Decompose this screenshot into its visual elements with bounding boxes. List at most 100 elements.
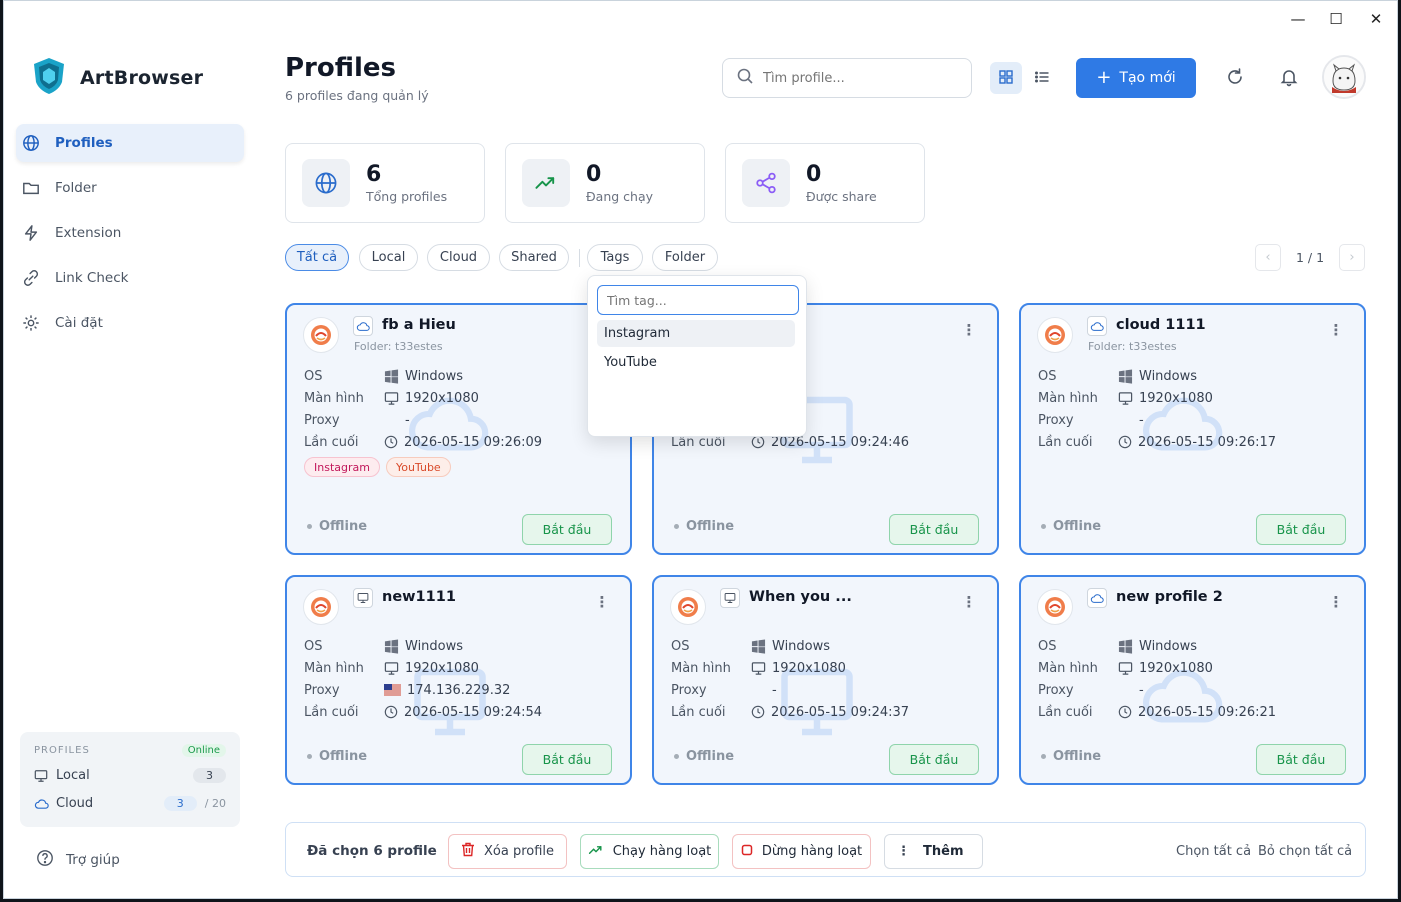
start-button[interactable]: Bắt đầu <box>1256 744 1346 775</box>
filter-shared[interactable]: Shared <box>499 244 569 271</box>
monitor-icon <box>751 661 766 676</box>
profile-card[interactable]: new1111 ⋮ OS Windows Màn hình 1920x1080 Pro… <box>285 575 632 785</box>
deselect-all-link[interactable]: Bỏ chọn tất cả <box>1258 844 1352 859</box>
stop-icon <box>741 844 753 860</box>
filter-tags[interactable]: Tags <box>587 244 643 271</box>
proxy-label: Proxy <box>304 412 340 428</box>
stat-value: 0 <box>586 161 602 187</box>
delete-profiles-button[interactable]: Xóa profile <box>448 834 567 869</box>
tag-option-instagram[interactable]: Instagram <box>597 320 795 347</box>
search-input[interactable] <box>763 70 953 86</box>
screen-value: 1920x1080 <box>1139 660 1213 676</box>
start-button[interactable]: Bắt đầu <box>889 514 979 545</box>
prev-page-button[interactable]: ‹ <box>1255 244 1281 271</box>
local-count: 3 <box>193 768 226 783</box>
delete-label: Xóa profile <box>483 844 555 859</box>
share-icon <box>742 159 790 207</box>
filter-cloud[interactable]: Cloud <box>427 244 490 271</box>
profile-name: cloud 1111 <box>1116 317 1206 333</box>
globe-icon <box>302 159 350 207</box>
monitor-icon <box>1118 391 1133 406</box>
profile-card[interactable]: cloud 1111 Folder: t33estes ⋮ OS Windows Mà… <box>1019 303 1366 555</box>
profile-card[interactable]: fb a HieuFolder: t33estes⋮ OSWindows Màn… <box>285 303 632 555</box>
stat-running: 0 Đang chạy <box>505 143 705 223</box>
close-window-button[interactable]: ✕ <box>1362 7 1390 31</box>
last-used-value: 2026-05-15 09:26:21 <box>1138 704 1277 720</box>
sidebar-item-extension[interactable]: Extension <box>16 214 244 252</box>
sidebar-item-folder[interactable]: Folder <box>16 169 244 207</box>
sidebar-item-settings[interactable]: Cài đặt <box>16 304 244 342</box>
minimize-button[interactable]: — <box>1284 7 1312 31</box>
tag-search-input[interactable] <box>597 285 799 315</box>
stop-all-label: Dừng hàng loạt <box>761 844 863 859</box>
select-all-link[interactable]: Chọn tất cả <box>1176 844 1251 859</box>
start-button[interactable]: Bắt đầu <box>889 744 979 775</box>
close-icon: ✕ <box>1369 10 1383 28</box>
run-all-button[interactable]: Chạy hàng loạt <box>580 834 719 869</box>
us-flag-icon <box>384 684 401 696</box>
profile-logo-icon <box>303 589 339 625</box>
more-actions-button[interactable]: ⋮ Thêm <box>884 834 983 869</box>
os-value: Windows <box>1139 638 1198 654</box>
last-used-value: 2026-05-15 09:24:54 <box>404 704 543 720</box>
status-indicator: Offline <box>307 749 367 764</box>
sidebar-item-profiles[interactable]: Profiles <box>16 124 244 162</box>
profile-card[interactable]: new profile 2 ⋮ OS Windows Màn hình 1920x10… <box>1019 575 1366 785</box>
filter-local[interactable]: Local <box>359 244 418 271</box>
page-subtitle: 6 profiles đang quản lý <box>285 88 429 103</box>
profile-logo-icon <box>303 317 339 353</box>
profile-details: OS Windows Màn hình 1920x1080 Proxy - Lần c… <box>671 635 909 723</box>
screen-value: 1920x1080 <box>405 660 479 676</box>
status-indicator: Offline <box>307 519 367 534</box>
notifications-button[interactable] <box>1275 65 1303 93</box>
globe-icon <box>21 133 41 153</box>
profile-card[interactable]: When you ... ⋮ OS Windows Màn hình 1920x108… <box>652 575 999 785</box>
more-vertical-icon[interactable]: ⋮ <box>1328 321 1344 339</box>
create-profile-button[interactable]: + Tạo mới <box>1076 58 1196 98</box>
tag-instagram[interactable]: Instagram <box>304 457 380 477</box>
stat-label: Được share <box>806 188 877 204</box>
start-button[interactable]: Bắt đầu <box>522 744 612 775</box>
more-vertical-icon[interactable]: ⋮ <box>961 321 977 339</box>
status-dot <box>1041 524 1046 529</box>
create-label: Tạo mới <box>1119 70 1176 86</box>
start-button[interactable]: Bắt đầu <box>1256 514 1346 545</box>
tag-list: Instagram YouTube <box>304 457 451 477</box>
refresh-button[interactable] <box>1221 65 1249 93</box>
more-vertical-icon[interactable]: ⋮ <box>1328 593 1344 611</box>
user-avatar[interactable] <box>1322 55 1366 99</box>
cloud-icon <box>1087 316 1107 336</box>
more-vertical-icon[interactable]: ⋮ <box>594 593 610 611</box>
cloud-limit: / 20 <box>204 797 226 810</box>
tag-option-youtube[interactable]: YouTube <box>597 349 795 376</box>
profile-name: fb a Hieu <box>382 317 456 333</box>
more-vertical-icon[interactable]: ⋮ <box>961 593 977 611</box>
tag-youtube[interactable]: YouTube <box>385 457 451 477</box>
monitor-icon <box>34 769 56 783</box>
search-box[interactable] <box>722 58 972 98</box>
maximize-button[interactable]: ☐ <box>1322 7 1350 31</box>
grid-view-button[interactable] <box>990 62 1022 94</box>
os-label: OS <box>1038 368 1057 384</box>
filter-all[interactable]: Tất cả <box>285 244 349 271</box>
page-title: Profiles <box>285 53 397 83</box>
brand: ArtBrowser <box>31 56 203 100</box>
clock-icon <box>751 705 765 719</box>
page-indicator: 1 / 1 <box>1296 250 1325 265</box>
help-link[interactable]: Trợ giúp <box>36 849 120 871</box>
profile-details: OS Windows Màn hình 1920x1080 Proxy - Lần c… <box>1038 365 1276 453</box>
tag-dropdown: Instagram YouTube <box>587 275 807 437</box>
next-page-button[interactable]: › <box>1339 244 1365 271</box>
cloud-count-row[interactable]: Cloud 3 / 20 <box>34 794 226 813</box>
minimize-icon: — <box>1290 10 1306 28</box>
screen-value: 1920x1080 <box>1139 390 1213 406</box>
start-button[interactable]: Bắt đầu <box>522 514 612 545</box>
stop-all-button[interactable]: Dừng hàng loạt <box>732 834 871 869</box>
last-used-label: Lần cuối <box>1038 704 1093 720</box>
sidebar-item-link-check[interactable]: Link Check <box>16 259 244 297</box>
last-used-label: Lần cuối <box>1038 434 1093 450</box>
filter-folder[interactable]: Folder <box>652 244 718 271</box>
sidebar-item-label: Extension <box>55 225 122 241</box>
local-count-row[interactable]: Local 3 <box>34 766 226 785</box>
list-view-button[interactable] <box>1026 62 1058 94</box>
